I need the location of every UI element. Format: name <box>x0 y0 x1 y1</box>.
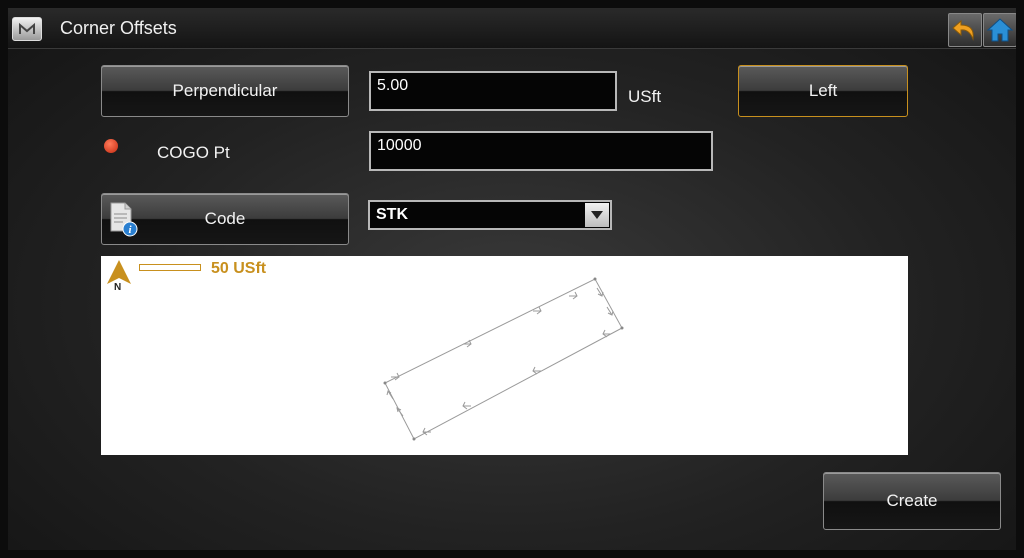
dropdown-arrow[interactable] <box>585 203 609 227</box>
undo-icon <box>952 19 974 41</box>
offset-distance-input[interactable]: 5.00 <box>369 71 617 111</box>
create-button[interactable]: Create <box>823 472 1001 530</box>
menu-button[interactable] <box>12 17 42 41</box>
menu-icon <box>19 22 35 34</box>
dropdown-arrow-icon <box>591 211 603 219</box>
home-icon <box>986 18 1014 42</box>
code-select[interactable]: STK <box>368 200 612 230</box>
lot-boundary <box>383 277 624 441</box>
perpendicular-button[interactable]: Perpendicular <box>101 65 349 117</box>
code-button[interactable]: i Code <box>101 193 349 245</box>
cogo-pt-input[interactable]: 10000 <box>369 131 713 171</box>
offset-unit-label: USft <box>628 87 662 106</box>
cogo-pt-label: COGO Pt <box>157 143 230 162</box>
app-window: Corner Offsets Perpendicular 5.00 USft L… <box>8 8 1016 550</box>
map-view[interactable]: N 50 USft <box>101 256 908 455</box>
create-button-label: Create <box>886 491 938 510</box>
code-info-icon: i <box>110 202 138 237</box>
title-bar: Corner Offsets <box>8 8 1016 49</box>
left-button[interactable]: Left <box>738 65 908 117</box>
undo-button[interactable] <box>948 13 982 47</box>
direction-arrows <box>386 287 614 436</box>
cogo-status-dot <box>104 139 118 153</box>
page-title: Corner Offsets <box>60 18 177 38</box>
left-button-label: Left <box>808 81 838 100</box>
code-button-label: Code <box>204 209 246 228</box>
perpendicular-button-label: Perpendicular <box>172 81 278 100</box>
home-button[interactable] <box>983 13 1016 47</box>
code-select-value: STK <box>376 206 408 223</box>
